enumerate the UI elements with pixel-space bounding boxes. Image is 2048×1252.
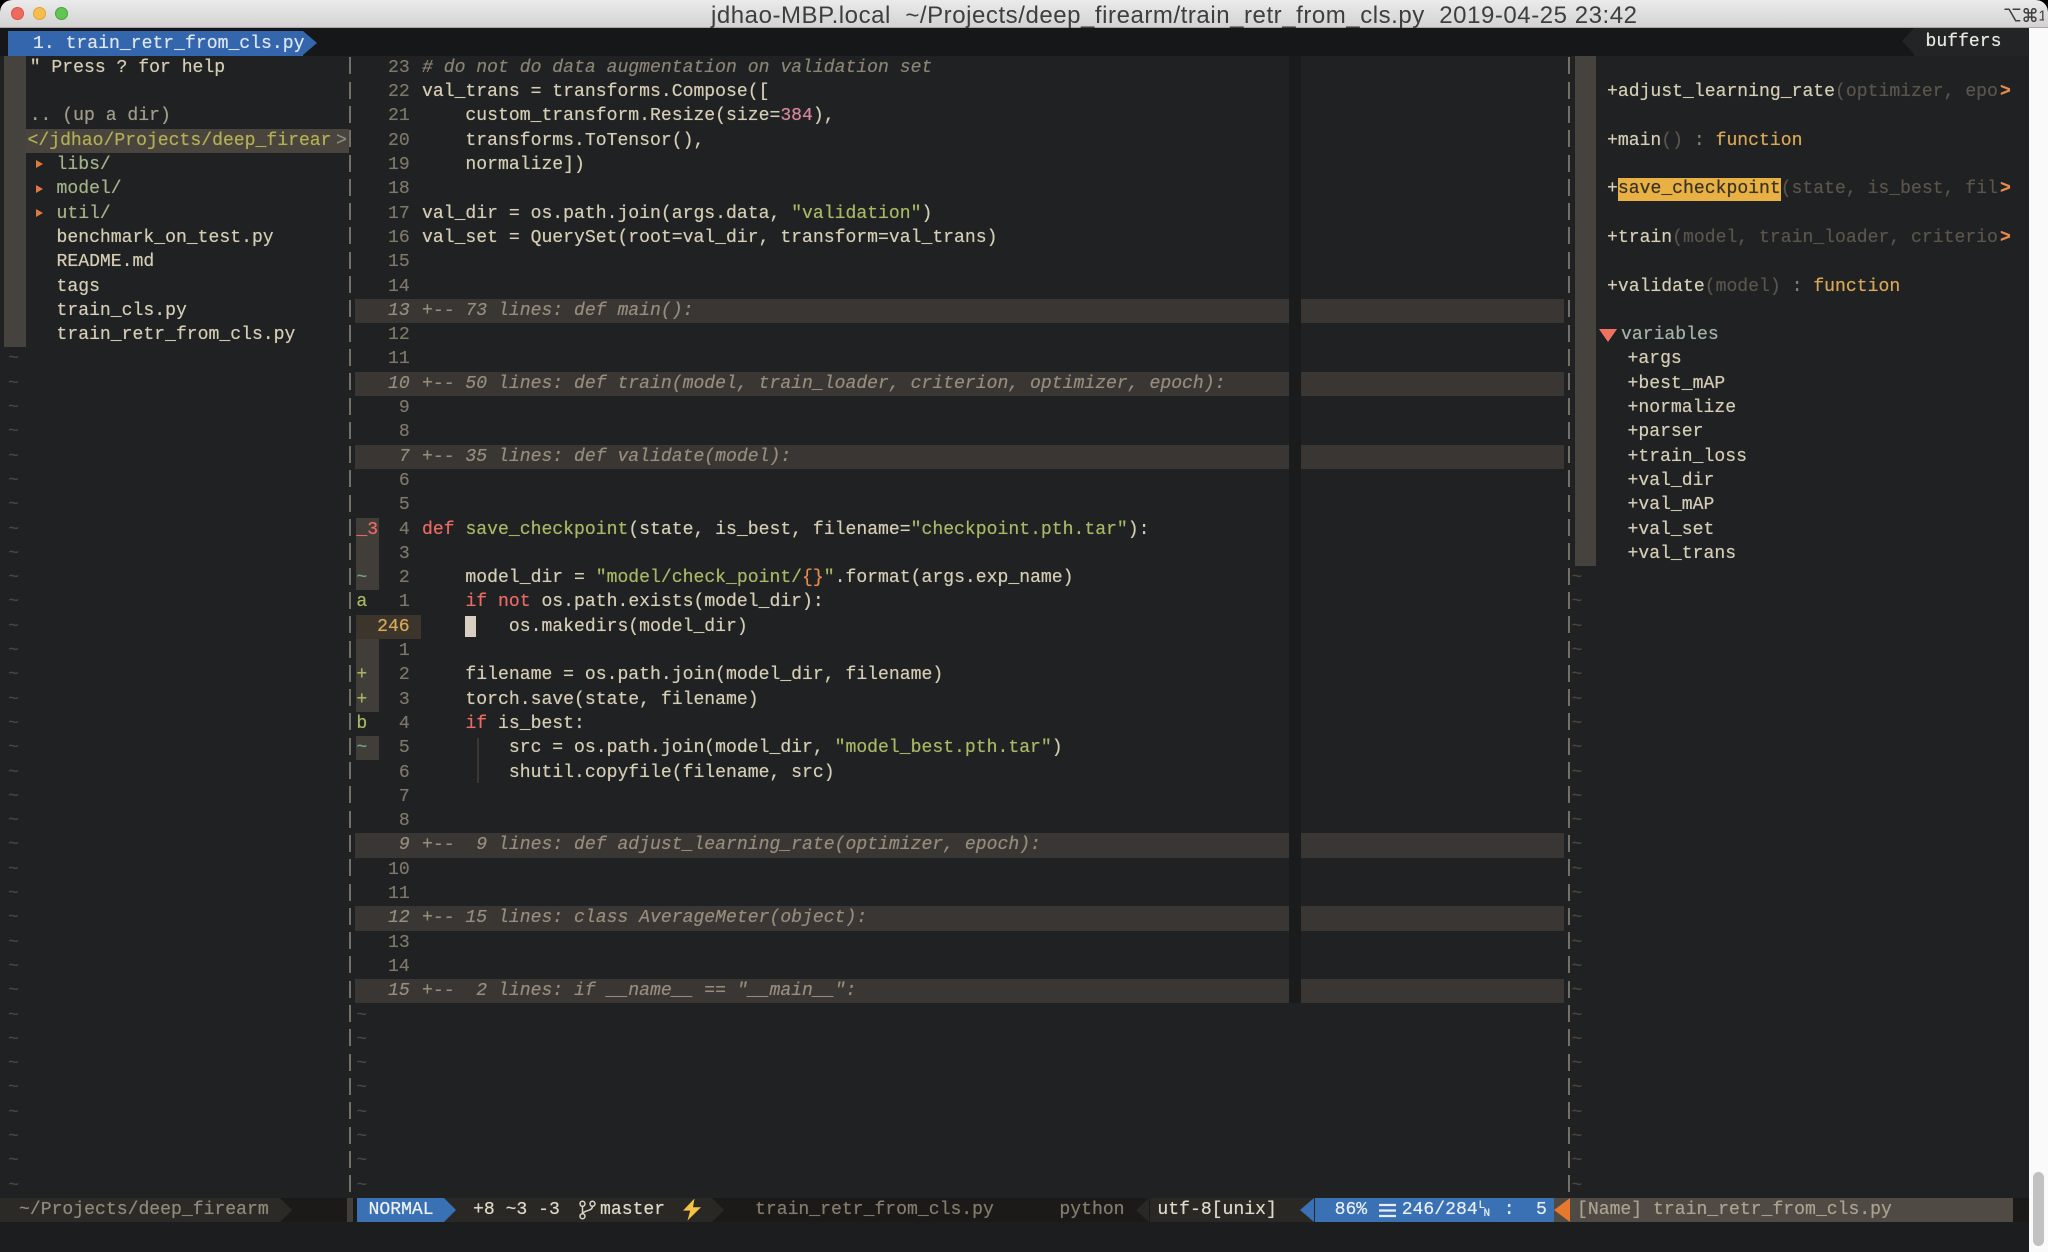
svg-text:1: 1	[2039, 9, 2045, 23]
